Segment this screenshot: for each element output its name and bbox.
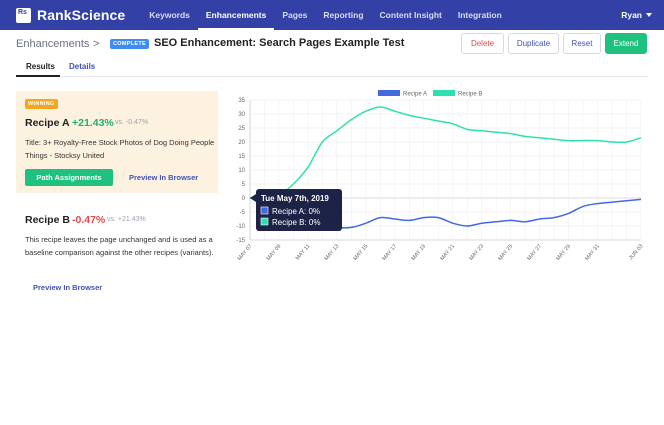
results-line-chart: -15 -10 -5 0 5 10 15 20 25 30 35 MAY 07 MAY 09 MAY 11… xyxy=(236,90,645,262)
x-tick-label: MAY 25 xyxy=(497,243,514,261)
page-title: SEO Enhancement: Search Pages Example Te… xyxy=(154,37,405,49)
path-assignments-button[interactable]: Path Assignments xyxy=(25,169,113,186)
y-tick-label: 35 xyxy=(238,98,245,104)
y-tick-label: 10 xyxy=(238,168,245,174)
x-tick-label: MAY 13 xyxy=(324,243,341,261)
top-nav: Rs RankScience Keywords Enhancements Pag… xyxy=(0,0,664,30)
recipe-a-preview-link[interactable]: Preview In Browser xyxy=(129,173,198,182)
recipe-b-preview-link[interactable]: Preview In Browser xyxy=(33,283,102,292)
recipe-b-change: -0.47% xyxy=(72,214,106,226)
x-tick-label: MAY 29 xyxy=(555,243,572,261)
nav-item-content-insight[interactable]: Content Insight xyxy=(372,0,450,30)
tooltip-swatch xyxy=(260,217,269,226)
tooltip-arrow xyxy=(250,194,256,202)
recipe-a-name: Recipe A xyxy=(25,117,70,129)
breadcrumb[interactable]: Enhancements xyxy=(16,38,89,50)
legend-label: Recipe A xyxy=(403,92,427,98)
duplicate-button[interactable]: Duplicate xyxy=(508,33,559,54)
tooltip-line: Recipe B: 0% xyxy=(272,218,320,227)
tooltip-title: Tue May 7th, 2019 xyxy=(261,194,329,203)
legend-label: Recipe B xyxy=(458,92,482,98)
nav-item-reporting[interactable]: Reporting xyxy=(315,0,371,30)
y-tick-label: 15 xyxy=(238,154,245,160)
x-tick-label: MAY 21 xyxy=(439,243,456,261)
app-name: RankScience xyxy=(37,7,126,23)
recipe-a-change: +21.43% xyxy=(72,117,114,129)
nav-item-integration[interactable]: Integration xyxy=(450,0,510,30)
recipe-b-description: This recipe leaves the page unchanged an… xyxy=(25,235,214,257)
x-tick-label: JUN 03 xyxy=(628,243,644,261)
x-tick-label: MAY 31 xyxy=(584,243,601,261)
breadcrumb-separator-icon: > xyxy=(93,38,100,50)
tab-bar: Results Details xyxy=(16,60,648,77)
y-tick-label: 30 xyxy=(238,112,245,118)
y-tick-label: 20 xyxy=(238,140,245,146)
recipe-b-vs: vs. +21.43% xyxy=(107,216,146,223)
user-menu[interactable]: Ryan xyxy=(621,0,642,30)
y-tick-label: 25 xyxy=(238,126,245,132)
recipe-b-name: Recipe B xyxy=(25,214,70,226)
x-tick-label: MAY 23 xyxy=(468,243,485,261)
tooltip-swatch xyxy=(260,206,269,215)
x-tick-label: MAY 09 xyxy=(266,243,283,261)
winning-badge: WINNING xyxy=(25,99,58,109)
x-tick-label: MAY 15 xyxy=(353,243,370,261)
tooltip-line: Recipe A: 0% xyxy=(272,207,320,216)
y-tick-label: -15 xyxy=(236,238,245,244)
tab-details[interactable]: Details xyxy=(69,62,95,71)
recipe-a-card: WINNING Recipe A +21.43% vs. -0.47% Titl… xyxy=(16,91,218,193)
x-tick-label: MAY 11 xyxy=(295,243,312,261)
y-tick-label: -10 xyxy=(236,224,245,230)
status-badge: COMPLETE xyxy=(110,39,149,49)
series-line-recipe-b xyxy=(249,106,642,199)
logo[interactable]: Rs RankScience xyxy=(16,7,125,23)
x-tick-label: MAY 17 xyxy=(381,243,398,261)
logo-mark: Rs xyxy=(16,7,31,23)
legend-swatch xyxy=(433,90,455,96)
x-tick-label: MAY 07 xyxy=(237,243,254,261)
nav-item-enhancements[interactable]: Enhancements xyxy=(197,0,275,30)
caret-down-icon[interactable] xyxy=(646,13,652,17)
delete-button[interactable]: Delete xyxy=(461,33,504,54)
tab-results[interactable]: Results xyxy=(26,62,55,71)
y-tick-label: 0 xyxy=(242,196,246,202)
extend-button[interactable]: Extend xyxy=(605,33,647,54)
nav-item-keywords[interactable]: Keywords xyxy=(141,0,198,30)
nav-item-pages[interactable]: Pages xyxy=(274,0,315,30)
recipe-a-description: Title: 3+ Royalty-Free Stock Photos of D… xyxy=(25,138,215,160)
nav-menu: Keywords Enhancements Pages Reporting Co… xyxy=(141,0,510,30)
y-tick-label: 5 xyxy=(242,182,246,188)
y-tick-label: -5 xyxy=(240,210,246,216)
recipe-a-vs: vs. -0.47% xyxy=(115,119,149,126)
reset-button[interactable]: Reset xyxy=(563,33,601,54)
x-tick-label: MAY 27 xyxy=(526,243,543,261)
active-tab-indicator xyxy=(16,75,60,77)
x-tick-label: MAY 19 xyxy=(410,243,427,261)
legend-swatch xyxy=(378,90,400,96)
